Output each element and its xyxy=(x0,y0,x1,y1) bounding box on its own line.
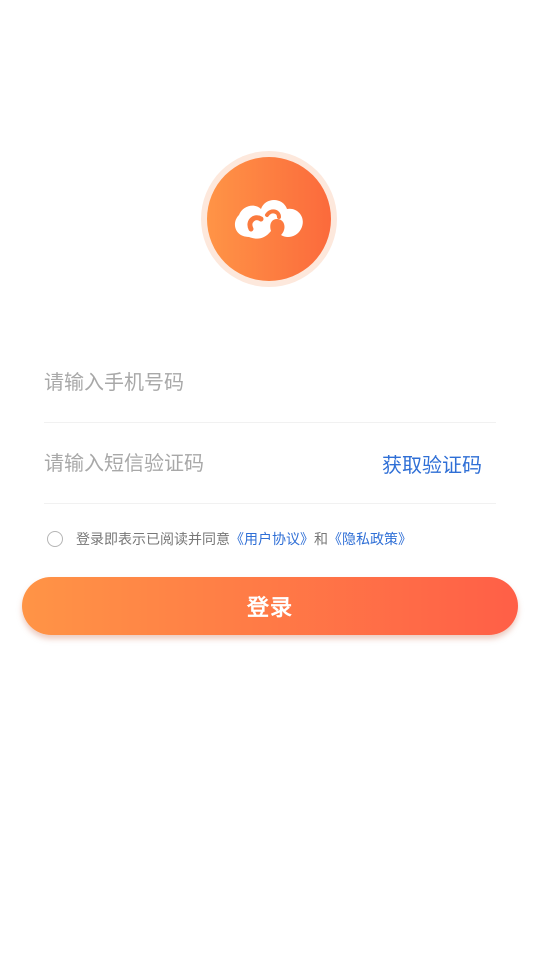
phone-field xyxy=(44,342,496,423)
agreement-checkbox[interactable] xyxy=(47,531,63,547)
get-code-button[interactable]: 获取验证码 xyxy=(382,449,482,478)
agreement-text: 登录即表示已阅读并同意 xyxy=(76,532,230,548)
login-button[interactable]: 登录 xyxy=(22,577,518,635)
agreement-and-text: 和 xyxy=(314,532,328,548)
phone-input[interactable] xyxy=(44,362,344,402)
sms-code-field: 获取验证码 xyxy=(44,423,496,504)
privacy-policy-link[interactable]: 《隐私政策》 xyxy=(328,529,412,549)
user-agreement-link[interactable]: 《用户协议》 xyxy=(230,529,314,549)
cloud-logo-icon xyxy=(207,157,331,281)
sms-code-input[interactable] xyxy=(44,443,344,483)
app-logo xyxy=(201,151,337,287)
agreement-row: 登录即表示已阅读并同意 《用户协议》 和 《隐私政策》 xyxy=(47,528,412,550)
